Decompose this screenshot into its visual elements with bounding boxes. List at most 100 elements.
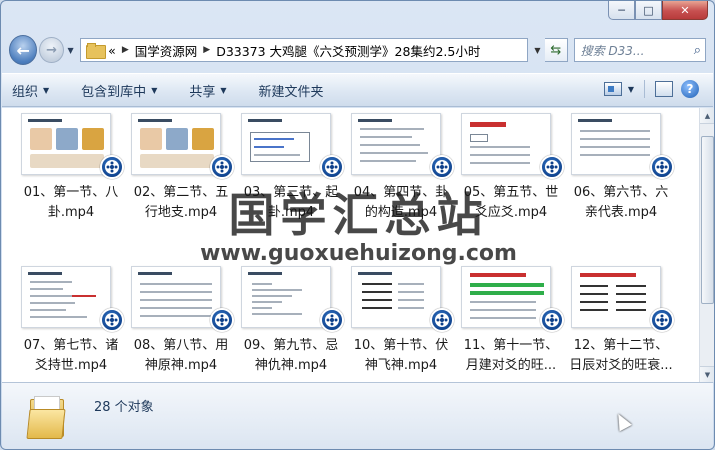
thumbnail-detail — [360, 160, 416, 162]
address-bar[interactable]: « ▶ 国学资源网 ▶ D33373 大鸡腿《六爻预测学》28集约2.5小时 — [80, 38, 528, 62]
thumbnail-detail — [360, 152, 428, 154]
details-pane: 28 个对象 — [2, 382, 713, 449]
vertical-scrollbar[interactable]: ▲ ▼ — [699, 108, 714, 382]
new-folder-button[interactable]: 新建文件夹 — [259, 81, 324, 100]
film-reel-icon — [215, 160, 229, 174]
file-item[interactable]: 02、第二节、五 行地支.mp4 — [126, 113, 236, 266]
chevron-down-icon: ▼ — [220, 85, 227, 95]
maximize-button[interactable]: □ — [635, 1, 662, 20]
thumbnail-detail — [252, 289, 302, 291]
thumbnail-detail — [362, 299, 392, 301]
thumbnail-detail — [30, 154, 104, 168]
thumbnail-detail — [248, 119, 282, 122]
file-item[interactable]: 08、第八节、用 神原神.mp4 — [126, 266, 236, 382]
refresh-button[interactable]: ⇆ — [544, 38, 568, 62]
thumbnail-detail — [580, 146, 650, 148]
scroll-thumb[interactable] — [701, 136, 714, 304]
file-name-line: 神原神.mp4 — [144, 358, 218, 373]
video-thumbnail — [351, 113, 441, 175]
file-item[interactable]: 07、第七节、诸 爻持世.mp4 — [16, 266, 126, 382]
file-name-line: 04、第四节、卦 — [353, 185, 449, 200]
thumbnail-detail — [580, 138, 650, 140]
item-count: 28 个对象 — [94, 400, 154, 415]
thumbnail-detail — [248, 272, 282, 275]
file-name-line: 05、第五节、世 — [463, 185, 559, 200]
file-item[interactable]: 12、第十二节、 日辰对爻的旺衰... — [566, 266, 676, 382]
file-item[interactable]: 06、第六节、六 亲代表.mp4 — [566, 113, 676, 266]
thumbnail-detail — [30, 281, 72, 283]
thumbnail-detail — [580, 273, 636, 277]
chevron-down-icon: ▼ — [67, 45, 74, 55]
thumbnail-detail — [192, 128, 214, 150]
thumbnail-detail — [138, 272, 172, 275]
file-item[interactable]: 03、第三节、起 卦.mp4 — [236, 113, 346, 266]
breadcrumb-overflow[interactable]: « — [108, 43, 116, 58]
chevron-down-icon: ▼ — [151, 85, 158, 95]
media-player-icon — [210, 308, 234, 332]
thumbnail-detail — [30, 316, 87, 318]
breadcrumb-item-current[interactable]: D33373 大鸡腿《六爻预测学》28集约2.5小时 — [216, 41, 480, 60]
close-button[interactable]: ✕ — [662, 1, 708, 20]
chevron-down-icon: ▼ — [43, 85, 50, 95]
thumbnail-detail — [470, 122, 506, 127]
share-menu[interactable]: 共享 ▼ — [189, 81, 226, 100]
file-item[interactable]: 10、第十节、伏 神飞神.mp4 — [346, 266, 456, 382]
file-item[interactable]: 11、第十一节、 月建对爻的旺... — [456, 266, 566, 382]
file-name-line: 行地支.mp4 — [144, 205, 218, 220]
thumbnail-detail — [140, 307, 212, 309]
thumbnail-detail — [580, 130, 650, 132]
thumbnail-detail — [140, 283, 212, 285]
file-item[interactable]: 05、第五节、世 爻应爻.mp4 — [456, 113, 566, 266]
file-name-line: 神飞神.mp4 — [364, 358, 438, 373]
file-item[interactable]: 01、第一节、八 卦.mp4 — [16, 113, 126, 266]
back-arrow-icon: ← — [16, 40, 30, 60]
thumbnail-detail — [252, 295, 292, 297]
recent-pages-dropdown[interactable]: ▼ — [65, 46, 76, 55]
file-name-line: 神仇神.mp4 — [254, 358, 328, 373]
search-icon[interactable]: ⌕ — [694, 43, 701, 58]
chevron-right-icon[interactable]: ▶ — [122, 45, 129, 55]
scroll-down-icon[interactable]: ▼ — [700, 366, 714, 382]
thumbnail-detail — [580, 301, 608, 303]
file-name-line: 10、第十节、伏 — [353, 338, 449, 353]
change-view-icon[interactable] — [603, 82, 622, 96]
media-player-icon — [430, 155, 454, 179]
view-options-dropdown[interactable]: ▼ — [628, 85, 634, 94]
forward-button[interactable]: → — [39, 37, 64, 63]
thumbnail-detail — [616, 293, 646, 295]
media-player-icon — [320, 308, 344, 332]
media-player-icon — [210, 155, 234, 179]
file-name-line: 爻应爻.mp4 — [474, 205, 548, 220]
back-button[interactable]: ← — [9, 35, 38, 65]
breadcrumb-item[interactable]: 国学资源网 — [135, 41, 198, 60]
film-reel-icon — [215, 313, 229, 327]
include-library-label: 包含到库中 — [81, 84, 147, 100]
minimize-button[interactable]: ─ — [608, 1, 635, 20]
thumbnail-detail — [470, 309, 536, 311]
folder-icon — [86, 43, 107, 59]
file-item[interactable]: 09、第九节、忌 神仇神.mp4 — [236, 266, 346, 382]
thumbnail-detail — [28, 272, 62, 275]
film-reel-icon — [545, 313, 559, 327]
organize-menu[interactable]: 组织 ▼ — [12, 81, 49, 100]
address-history-dropdown[interactable]: ▼ — [530, 39, 545, 61]
search-input[interactable]: 搜索 D33... ⌕ — [573, 38, 706, 62]
media-player-icon — [100, 155, 124, 179]
thumbnail-detail — [30, 288, 63, 290]
thumbnail-detail — [580, 309, 608, 311]
chevron-right-icon[interactable]: ▶ — [203, 45, 210, 55]
file-name-line: 01、第一节、八 — [23, 185, 119, 200]
file-item[interactable]: 04、第四节、卦 的构造.mp4 — [346, 113, 456, 266]
refresh-icon: ⇆ — [550, 42, 562, 58]
file-name-line: 爻持世.mp4 — [34, 358, 108, 373]
thumbnail-detail — [470, 154, 530, 156]
scroll-up-icon[interactable]: ▲ — [700, 108, 714, 124]
video-thumbnail — [241, 266, 331, 328]
thumbnail-detail — [30, 309, 66, 311]
include-library-menu[interactable]: 包含到库中 ▼ — [81, 81, 157, 100]
file-list-pane[interactable]: 01、第一节、八 卦.mp4 02、第二节、五 行地支.mp4 03、第三节、起 卦.mp… — [2, 108, 699, 382]
preview-pane-icon[interactable] — [655, 81, 673, 97]
help-icon[interactable]: ? — [681, 80, 699, 98]
file-name: 05、第五节、世 爻应爻.mp4 — [456, 183, 566, 223]
thumbnail-detail — [254, 146, 284, 148]
